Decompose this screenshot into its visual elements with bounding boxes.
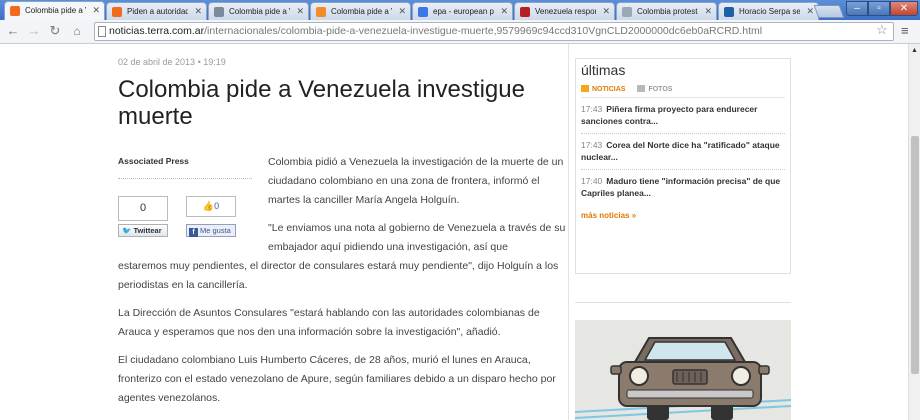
url-path: /internacionales/colombia-pide-a-venezue… bbox=[204, 25, 763, 37]
tab-fotos[interactable]: FOTOS bbox=[648, 86, 672, 93]
browser-tab-title: Colombia protesta bbox=[637, 7, 698, 16]
browser-tab-title: Horacio Serpa se bbox=[739, 7, 800, 16]
new-tab-button[interactable] bbox=[813, 5, 845, 18]
news-time: 17:43 bbox=[581, 104, 603, 114]
browser-tab[interactable]: Piden a autoridad ✕ bbox=[106, 2, 207, 20]
agency-byline: Associated Press bbox=[118, 156, 189, 166]
news-item[interactable]: 17:43 Corea del Norte dice ha "ratificado… bbox=[581, 139, 785, 163]
maximize-button[interactable]: ▫ bbox=[868, 1, 890, 16]
news-time: 17:40 bbox=[581, 176, 603, 186]
paragraph-2-bottom: estaremos muy pendientes, el director de… bbox=[118, 260, 559, 291]
divider bbox=[581, 133, 785, 134]
paragraph-4: El ciudadano colombiano Luis Humberto Cá… bbox=[118, 354, 556, 404]
browser-tab-title: Piden a autoridad bbox=[127, 7, 188, 16]
news-headline: Piñera firma proyecto para endurecer san… bbox=[581, 104, 758, 126]
divider bbox=[575, 302, 791, 303]
news-item[interactable]: 17:40 Maduro tiene "información precisa" … bbox=[581, 175, 785, 199]
browser-toolbar: ← → ↻ ⌂ noticias.terra.com.ar/internacio… bbox=[0, 20, 920, 44]
close-tab-icon[interactable]: ✕ bbox=[92, 5, 100, 16]
browser-tab-title: epa - european pr bbox=[433, 7, 494, 16]
close-tab-icon[interactable]: ✕ bbox=[806, 6, 814, 17]
close-tab-icon[interactable]: ✕ bbox=[296, 6, 304, 17]
terra-icon bbox=[10, 6, 20, 16]
headline: Colombia pide a Venezuela investigue mue… bbox=[118, 76, 525, 130]
browser-tab[interactable]: Venezuela respon ✕ bbox=[514, 2, 615, 20]
like-count-value: 0 bbox=[214, 201, 220, 211]
close-tab-icon[interactable]: ✕ bbox=[398, 6, 406, 17]
fb-like-label: Me gusta bbox=[200, 226, 231, 235]
divider bbox=[581, 97, 785, 98]
scrollbar[interactable]: ▲ bbox=[908, 44, 920, 420]
tweet-button[interactable]: 🐦 Twittear bbox=[118, 224, 168, 237]
minimize-button[interactable]: – bbox=[846, 1, 868, 16]
tab-strip: Colombia pide a Ve✕Piden a autoridad✕Col… bbox=[0, 0, 920, 20]
news-item[interactable]: 17:43 Piñera firma proyecto para endurece… bbox=[581, 103, 785, 127]
facebook-like-button[interactable]: f Me gusta bbox=[186, 224, 236, 237]
news-tab-icon bbox=[581, 85, 589, 92]
address-bar[interactable]: noticias.terra.com.ar/internacionales/co… bbox=[94, 22, 894, 41]
close-tab-icon[interactable]: ✕ bbox=[194, 6, 202, 17]
close-tab-icon[interactable]: ✕ bbox=[500, 6, 508, 17]
twitter-bird-icon: 🐦 bbox=[122, 226, 132, 235]
browser-tab[interactable]: Colombia pide a Ve ✕ bbox=[4, 1, 105, 20]
news-time: 17:43 bbox=[581, 140, 603, 150]
share-count: 0 bbox=[118, 196, 168, 221]
widget-title: últimas bbox=[581, 62, 626, 78]
news-headline: Maduro tiene "información precisa" de qu… bbox=[581, 176, 781, 198]
car-illustration bbox=[575, 320, 791, 420]
divider bbox=[118, 178, 252, 179]
page-viewport: 02 de abril de 2013 • 19:19 Colombia pid… bbox=[0, 44, 908, 420]
close-tab-icon[interactable]: ✕ bbox=[704, 6, 712, 17]
advertisement-banner[interactable] bbox=[575, 320, 791, 420]
paragraph-2-top: "Le enviamos una nota al gobierno de Ven… bbox=[268, 222, 566, 253]
back-arrow-icon[interactable]: ← bbox=[5, 23, 21, 39]
close-window-button[interactable]: ✕ bbox=[890, 1, 918, 16]
scrollbar-thumb[interactable] bbox=[911, 136, 919, 374]
browser-chrome: Colombia pide a Ve✕Piden a autoridad✕Col… bbox=[0, 0, 920, 44]
browser-tab[interactable]: Colombia protesta ✕ bbox=[616, 2, 717, 20]
bookmark-icon bbox=[316, 7, 326, 17]
sidebar-divider bbox=[568, 44, 569, 420]
paragraph-3: La Dirección de Asuntos Consulares "esta… bbox=[118, 307, 540, 338]
tweet-label: Twittear bbox=[133, 226, 162, 235]
browser-tab-title: Colombia pide a Ve bbox=[331, 7, 392, 16]
more-news-link[interactable]: más noticias » bbox=[581, 211, 636, 220]
bookmark-star-icon[interactable]: ☆ bbox=[876, 22, 888, 38]
page-icon bbox=[622, 7, 632, 17]
browser-tab[interactable]: Colombia pide a Ve ✕ bbox=[208, 2, 309, 20]
widget-tabs: NOTICIAS FOTOS bbox=[581, 85, 672, 93]
like-count: 👍0 bbox=[186, 196, 236, 217]
page-icon bbox=[98, 26, 106, 37]
camera-icon bbox=[637, 85, 646, 92]
browser-tab[interactable]: epa - european pr ✕ bbox=[412, 2, 513, 20]
tab-noticias[interactable]: NOTICIAS bbox=[592, 86, 625, 93]
latest-news-widget: últimas NOTICIAS FOTOS 17:43 Piñera firma … bbox=[575, 58, 791, 274]
browser-tab-title: Colombia pide a Ve bbox=[25, 6, 86, 15]
paragraph-1: Colombia pidió a Venezuela la investigac… bbox=[268, 156, 564, 206]
browser-tab[interactable]: Horacio Serpa se ✕ bbox=[718, 2, 819, 20]
divider bbox=[581, 169, 785, 170]
reload-icon[interactable]: ↻ bbox=[47, 23, 63, 39]
browser-tab-title: Colombia pide a Ve bbox=[229, 7, 290, 16]
facebook-icon: f bbox=[189, 228, 198, 237]
page-icon bbox=[214, 7, 224, 17]
menu-icon[interactable]: ≡ bbox=[901, 23, 909, 38]
google-icon bbox=[418, 7, 428, 17]
browser-tab-title: Venezuela respon bbox=[535, 7, 596, 16]
terra-icon bbox=[112, 7, 122, 17]
forward-arrow-icon[interactable]: → bbox=[26, 23, 42, 39]
news-headline: Corea del Norte dice ha "ratificado" ata… bbox=[581, 140, 780, 162]
scroll-up-arrow-icon[interactable]: ▲ bbox=[911, 47, 918, 54]
news-icon bbox=[724, 7, 734, 17]
home-icon[interactable]: ⌂ bbox=[69, 23, 85, 39]
browser-tab[interactable]: Colombia pide a Ve ✕ bbox=[310, 2, 411, 20]
thumbs-up-icon: 👍 bbox=[202, 201, 215, 211]
close-tab-icon[interactable]: ✕ bbox=[602, 6, 610, 17]
dateline: 02 de abril de 2013 • 19:19 bbox=[118, 57, 226, 67]
url-host: noticias.terra.com.ar bbox=[109, 25, 205, 37]
el-tiempo-icon bbox=[520, 7, 530, 17]
